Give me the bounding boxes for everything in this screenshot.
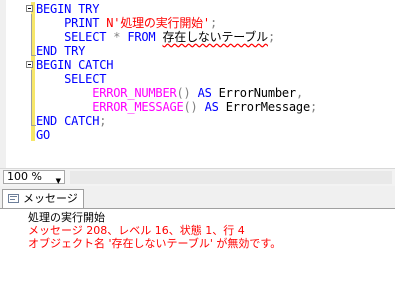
code-token: ErrorMessage xyxy=(225,100,310,114)
tab-messages-label: メッセージ xyxy=(23,192,78,205)
code-line[interactable]: SELECT * FROM 存在しないテーブル; xyxy=(36,30,317,44)
code-token: AS xyxy=(204,100,226,114)
results-pane: メッセージ 処理の実行開始 メッセージ 208、レベル 16、状態 1、行 4 オブ… xyxy=(0,186,395,291)
code-line[interactable]: ERROR_NUMBER() AS ErrorNumber, xyxy=(36,86,317,100)
code-token: ; xyxy=(99,114,107,128)
code-token: SELECT xyxy=(64,30,114,44)
collapse-icon[interactable] xyxy=(26,5,33,12)
code-token: END TRY xyxy=(36,44,86,58)
code-token: SELECT xyxy=(64,72,107,86)
error-message-line: メッセージ 208、レベル 16、状態 1、行 4 xyxy=(28,224,245,237)
code-line[interactable]: BEGIN TRY xyxy=(26,2,317,16)
code-line[interactable]: ERROR_MESSAGE() AS ErrorMessage; xyxy=(36,100,317,114)
horizontal-scrollbar[interactable] xyxy=(70,171,392,184)
code-token: ; xyxy=(209,16,217,30)
editor-margin xyxy=(0,0,6,168)
code-token: () xyxy=(176,86,198,100)
code-line[interactable]: SELECT xyxy=(36,72,317,86)
error-message-line: オブジェクト名 '存在しないテーブル' が無効です。 xyxy=(28,237,282,250)
code-line[interactable]: GO xyxy=(36,128,317,142)
code-text[interactable]: BEGIN TRY PRINT N'処理の実行開始'; SELECT * FRO… xyxy=(26,2,317,142)
code-line[interactable]: END TRY xyxy=(36,44,317,58)
outline-guide xyxy=(31,70,32,126)
message-icon xyxy=(8,194,19,203)
results-tab-strip: メッセージ xyxy=(0,186,395,209)
code-token: ERROR_MESSAGE xyxy=(92,100,184,114)
code-token: AS xyxy=(197,86,219,100)
code-token: , xyxy=(295,86,303,100)
query-editor[interactable]: BEGIN TRY PRINT N'処理の実行開始'; SELECT * FRO… xyxy=(0,0,395,168)
code-token: BEGIN CATCH xyxy=(36,58,114,72)
code-token: GO xyxy=(36,128,51,142)
collapse-icon[interactable] xyxy=(26,61,33,68)
tab-messages[interactable]: メッセージ xyxy=(2,189,84,208)
info-message-line: 処理の実行開始 xyxy=(28,211,105,224)
code-line[interactable]: END CATCH; xyxy=(36,114,317,128)
zoom-select[interactable]: 100 % ▼ xyxy=(3,170,65,185)
code-token: END CATCH xyxy=(36,114,100,128)
code-token: PRINT xyxy=(64,16,107,30)
code-line[interactable]: BEGIN CATCH xyxy=(26,58,317,72)
outline-guide xyxy=(31,14,32,56)
code-token: ; xyxy=(309,100,318,114)
code-token: () xyxy=(183,100,205,114)
code-line[interactable]: PRINT N'処理の実行開始'; xyxy=(36,16,317,30)
messages-output: 処理の実行開始 メッセージ 208、レベル 16、状態 1、行 4 オブジェクト名 … xyxy=(28,211,281,250)
code-token: ERROR_NUMBER xyxy=(92,86,177,100)
code-token: FROM xyxy=(127,30,163,44)
zoom-bar: 100 % ▼ xyxy=(0,168,395,187)
code-token: ; xyxy=(267,30,275,44)
code-token: 存在しないテーブル xyxy=(162,30,268,44)
code-token: ErrorNumber xyxy=(218,86,296,100)
zoom-value: 100 % xyxy=(7,170,42,183)
code-token: N'処理の実行開始' xyxy=(106,16,210,30)
code-token: * xyxy=(113,30,128,44)
code-token: BEGIN TRY xyxy=(36,2,100,16)
